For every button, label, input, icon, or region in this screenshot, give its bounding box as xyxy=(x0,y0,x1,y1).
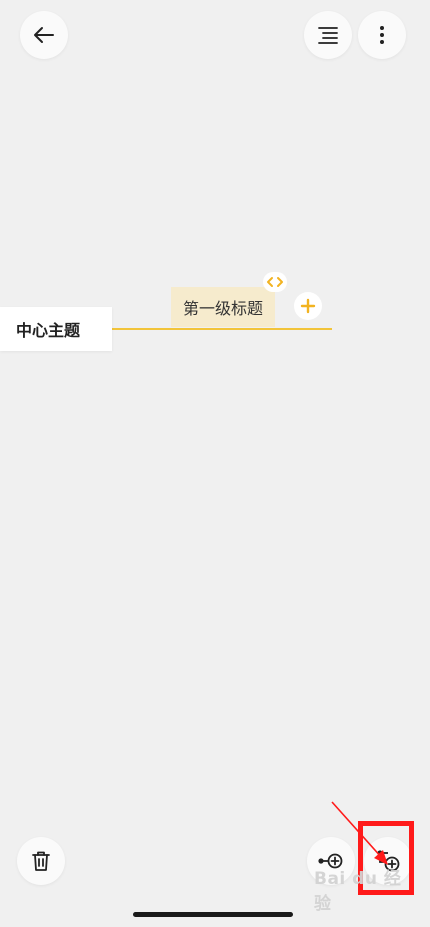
add-node-button[interactable] xyxy=(294,292,322,320)
watermark-text: Bai du 经验 xyxy=(314,869,402,914)
collapse-toggle-button[interactable] xyxy=(263,272,287,292)
central-topic-label: 中心主题 xyxy=(16,321,81,340)
more-vertical-icon xyxy=(380,26,384,44)
mindmap-canvas[interactable] xyxy=(0,0,430,927)
arrow-left-icon xyxy=(34,27,54,43)
watermark: Bai du 经验 xyxy=(314,869,414,914)
subtopic-label: 第一级标题 xyxy=(182,299,263,318)
home-indicator[interactable] xyxy=(133,912,293,917)
more-options-button[interactable] xyxy=(358,11,406,59)
delete-button[interactable] xyxy=(17,837,65,885)
branch-connector xyxy=(112,328,332,330)
subtopic-node[interactable]: 第一级标题 xyxy=(171,287,275,327)
expand-collapse-chevrons-icon xyxy=(267,277,283,287)
back-button[interactable] xyxy=(20,11,68,59)
central-topic-node[interactable]: 中心主题 xyxy=(0,307,112,351)
plus-icon xyxy=(300,298,316,314)
outline-list-icon xyxy=(318,27,338,44)
outline-button[interactable] xyxy=(304,11,352,59)
trash-icon xyxy=(32,851,50,871)
